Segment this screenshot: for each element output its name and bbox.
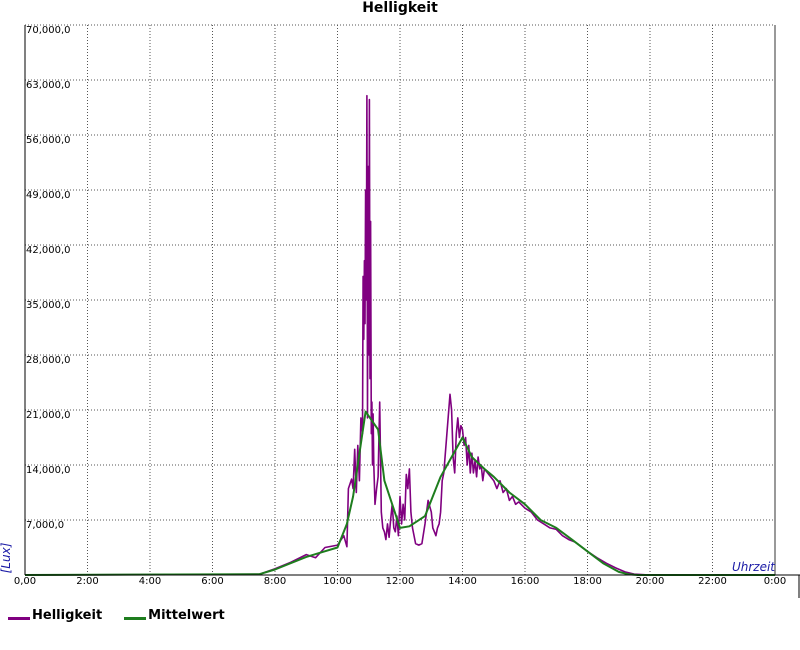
legend-swatch-helligkeit	[8, 617, 30, 620]
legend-label-mittelwert: Mittelwert	[148, 608, 225, 623]
x-tick-label: 2:00	[76, 576, 98, 587]
y-tick-label: 35,000,0	[26, 300, 71, 311]
brightness-chart: Helligkeit 70,000,0 63,000,0 56,000,0 49,00…	[0, 0, 800, 598]
y-tick-label: 7,000,0	[26, 520, 64, 531]
y-tick-label: 42,000,0	[26, 245, 71, 256]
x-axis-label: Uhrzeit	[732, 560, 776, 574]
series-lines	[24, 94, 775, 576]
x-tick-label: 22:00	[698, 576, 727, 587]
legend-label-helligkeit: Helligkeit	[32, 608, 103, 623]
x-axis-ticks: 0,00 2:00 4:00 6:00 8:00 10:00 12:00 14:00 16:00…	[14, 576, 786, 587]
x-tick-label: 8:00	[264, 576, 286, 587]
y-axis-label: [Lux]	[0, 542, 13, 573]
x-tick-label: 14:00	[448, 576, 477, 587]
y-tick-label: 21,000,0	[26, 410, 71, 421]
y-axis-ticks: 70,000,0 63,000,0 56,000,0 49,000,0 42,000,0…	[26, 25, 71, 531]
x-tick-label: 0:00	[764, 576, 786, 587]
legend: Helligkeit Mittelwert	[8, 608, 225, 623]
y-tick-label: 28,000,0	[26, 355, 71, 366]
legend-swatch-mittelwert	[124, 617, 147, 620]
x-tick-label: 0,00	[14, 576, 36, 587]
x-tick-label: 12:00	[386, 576, 415, 587]
x-tick-label: 6:00	[201, 576, 223, 587]
grid	[25, 24, 776, 575]
legend-item-mittelwert: Mittelwert	[124, 608, 225, 623]
x-tick-label: 4:00	[139, 576, 161, 587]
y-tick-label: 56,000,0	[26, 135, 71, 146]
x-tick-label: 20:00	[636, 576, 665, 587]
y-tick-label: 14,000,0	[26, 465, 71, 476]
x-tick-label: 10:00	[323, 576, 352, 587]
y-tick-label: 70,000,0	[26, 25, 71, 36]
y-tick-label: 49,000,0	[26, 190, 71, 201]
y-tick-label: 63,000,0	[26, 80, 71, 91]
axes	[24, 25, 800, 598]
legend-item-helligkeit: Helligkeit	[8, 608, 102, 623]
x-tick-label: 18:00	[573, 576, 602, 587]
x-tick-label: 16:00	[511, 576, 540, 587]
chart-title: Helligkeit	[362, 0, 438, 16]
series-line-helligkeit	[24, 94, 775, 576]
